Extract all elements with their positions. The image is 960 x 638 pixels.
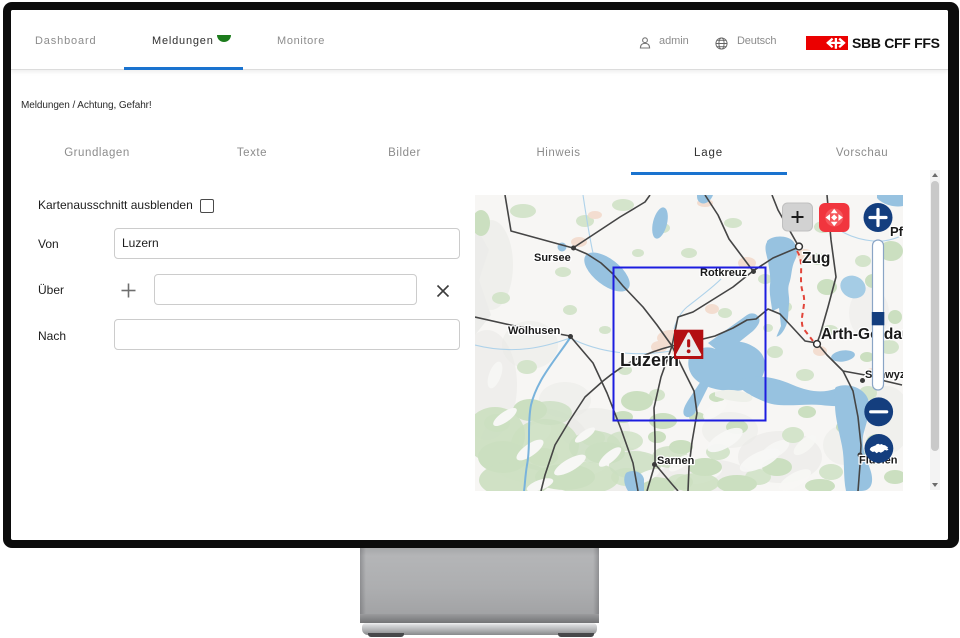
svg-text:Wolhusen: Wolhusen bbox=[508, 325, 561, 337]
svg-text:Zug: Zug bbox=[802, 250, 830, 267]
svg-text:Sursee: Sursee bbox=[534, 252, 571, 264]
svg-text:Rotkreuz: Rotkreuz bbox=[700, 267, 748, 279]
svg-text:Sarnen: Sarnen bbox=[657, 455, 695, 467]
svg-text:Pfä: Pfä bbox=[890, 224, 903, 239]
svg-text:Arth-Goldau: Arth-Goldau bbox=[821, 326, 903, 343]
svg-text:Luzern: Luzern bbox=[620, 350, 679, 370]
